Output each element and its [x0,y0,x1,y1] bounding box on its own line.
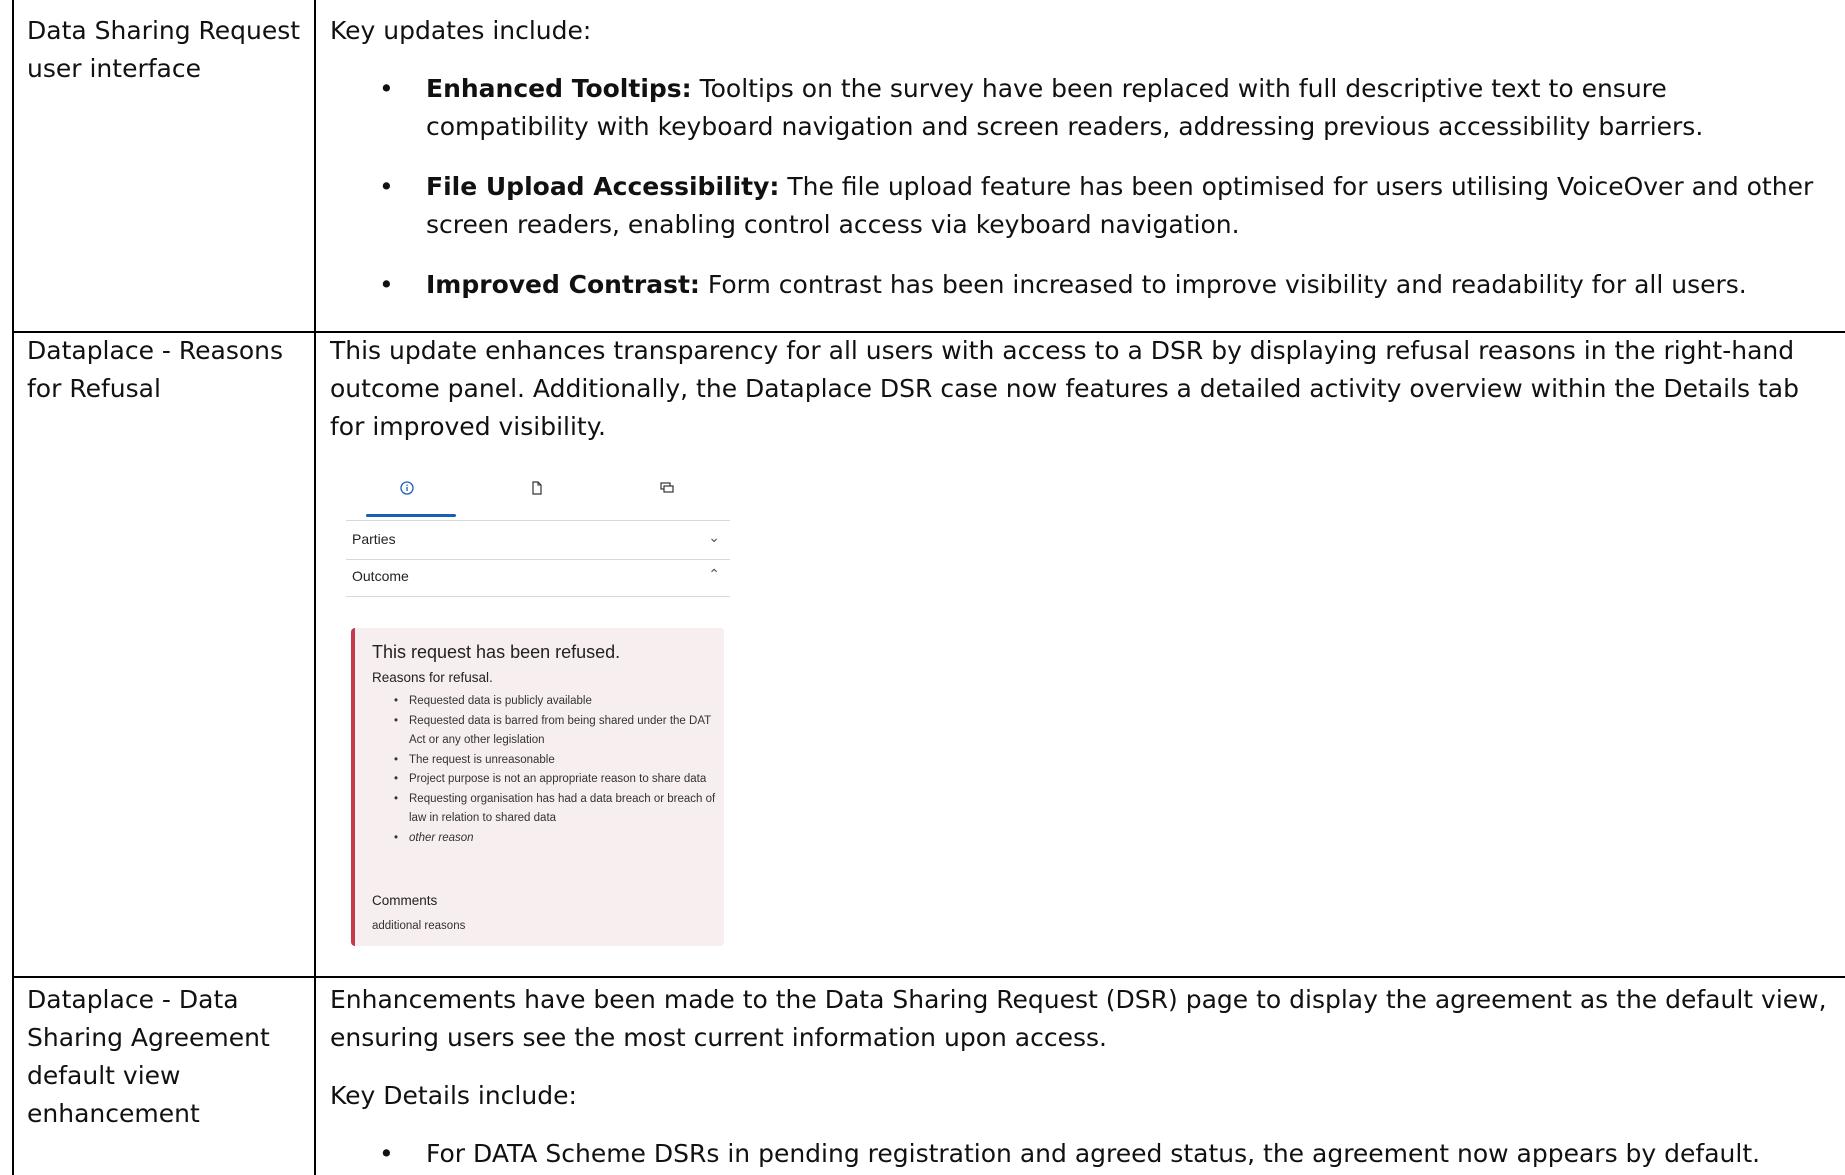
refusal-description: This update enhances transparency for al… [330,336,1799,441]
key-details-list: • For DATA Scheme DSRs in pending registr… [330,1135,1835,1173]
row-label-dsr-ui: Data Sharing Request user interface [27,16,301,83]
panel-tabs [346,470,730,521]
key-updates-list: • Enhanced Tooltips: Tooltips on the surv… [330,70,1835,304]
info-icon[interactable] [392,480,422,510]
row-label-dsa-default-view: Dataplace - Data Sharing Agreement defau… [27,985,270,1128]
refusal-title: This request has been refused. [372,642,621,662]
bullet-icon: • [379,270,394,299]
bullet-icon: • [379,74,394,103]
row-content-dsr-ui: Key updates include: • Enhanced Tooltips:… [330,12,1835,304]
table-column-divider [314,0,316,1175]
bullet-icon: • [379,1139,394,1168]
list-item: • other reason [394,831,474,844]
accordion-outcome[interactable]: Outcome ⌃ [346,560,730,597]
list-item: • Project purpose is not an appropriate r… [394,773,707,785]
refusal-subtitle: Reasons for refusal. [372,670,493,685]
intro-text: Key updates include: [330,16,592,45]
list-item: • Improved Contrast: Form contrast has be… [330,266,1835,304]
dsa-description: Enhancements have been made to the Data … [330,985,1827,1052]
accordion-parties[interactable]: Parties ⌄ [346,523,730,560]
list-item: • For DATA Scheme DSRs in pending registr… [330,1135,1835,1173]
list-item: • Enhanced Tooltips: Tooltips on the surv… [330,70,1835,146]
chevron-down-icon: ⌄ [708,529,720,545]
list-item: • Requesting organisation has had a data … [394,792,716,825]
bullet-icon: • [379,172,394,201]
comments-text: additional reasons [372,920,466,932]
row-content-reasons-refusal: This update enhances transparency for al… [330,332,1835,446]
list-item: • Requested data is publicly available [394,695,592,707]
list-item: • File Upload Accessibility: The file upl… [330,168,1835,244]
table-row-divider [12,976,1845,978]
row-content-dsa-default-view: Enhancements have been made to the Data … [330,981,1835,1173]
comments-label: Comments [372,893,438,908]
list-item: • Requested data is barred from being sha… [394,714,711,747]
document-icon[interactable] [522,480,552,510]
refusal-reasons-list: • Requested data is publicly available • R… [372,692,722,848]
chat-icon[interactable] [652,480,682,510]
table-left-border [12,0,14,1175]
list-item: • The request is unreasonable [394,753,555,766]
chevron-up-icon: ⌃ [708,566,720,582]
active-tab-indicator [366,514,456,517]
embedded-screenshot: Parties ⌄ Outcome ⌃ This request has bee… [346,470,730,950]
row-label-reasons-refusal: Dataplace - Reasons for Refusal [27,336,284,403]
refusal-notice: This request has been refused. Reasons f… [351,628,724,946]
key-details-intro: Key Details include: [330,1081,577,1110]
